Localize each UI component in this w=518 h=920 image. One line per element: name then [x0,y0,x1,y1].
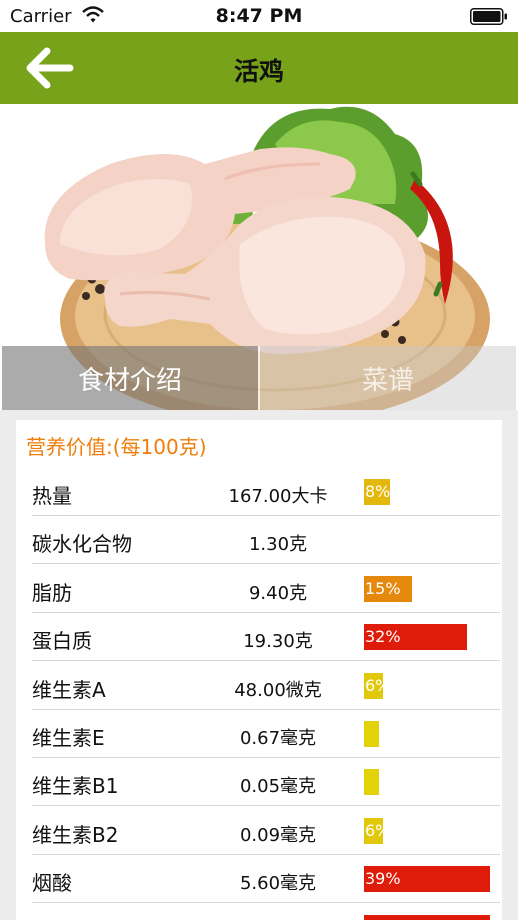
daily-value-bar: 15% [364,575,412,602]
nutrition-row: 维生素E 0.67毫克 [32,710,500,758]
daily-value-bar: 8% [364,479,390,505]
nutrient-amount: 0.67毫克 [239,728,317,749]
nutrient-name: 维生素A [32,677,106,702]
nutrition-row: 热量 167.00大卡 8% [32,468,500,516]
status-bar: Carrier 8:47 PM [0,0,518,32]
nutrition-heading: 营养价值:(每100克) [26,435,207,459]
nutrition-row: 维生素A 48.00微克 6% [32,662,500,710]
nutrient-amount: 0.09毫克 [239,824,317,846]
status-time: 8:47 PM [215,5,303,27]
tab-ingredient-intro[interactable]: 食材介绍 [2,346,258,410]
nutrition-row: 脂肪 9.40克 15% [32,565,500,613]
nutrient-amount: 19.30克 [243,631,313,653]
tab-recipes[interactable]: 菜谱 [260,346,516,410]
nutrient-amount: 5.60毫克 [239,873,317,895]
nutrition-row [32,904,500,920]
nutrition-row: 维生素B2 0.09毫克 6% [32,807,500,855]
daily-value-bar: 32% [364,624,467,651]
nutrient-amount: 0.05毫克 [239,776,317,798]
segment-tabs: 食材介绍 菜谱 [2,346,516,410]
nutrient-name: 碳水化合物 [32,532,132,557]
nutrient-name: 蛋白质 [32,629,92,654]
nutrient-amount: 167.00大卡 [228,486,328,507]
daily-value-bar: 39% [364,866,490,893]
nutrition-row: 碳水化合物 1.30克 [32,516,500,565]
nutrition-card: 营养价值:(每100克) 热量 167.00大卡 8% 碳水化合物 1.30克脂肪 9.4… [16,420,502,920]
nutrient-name: 维生素B2 [32,822,119,847]
daily-value-bar [364,914,490,920]
nutrient-name: 热量 [32,484,72,508]
daily-value-bar [364,769,379,796]
nutrient-name: 维生素B1 [32,774,119,799]
daily-value-bar: 6% [364,817,383,844]
nutrient-name: 维生素E [32,726,105,750]
nutrient-name: 脂肪 [32,580,72,605]
daily-value-bar: 6% [364,672,383,699]
nutrition-row: 烟酸 5.60毫克 39% [32,855,500,904]
nav-bar: 活鸡 [0,32,518,104]
battery-icon [470,8,507,25]
nutrition-row: 蛋白质 19.30克 32% [32,613,500,662]
nutrient-amount: 48.00微克 [234,679,322,701]
nutrient-name: 烟酸 [32,871,72,896]
nutrition-row: 维生素B1 0.05毫克 [32,758,500,807]
nutrient-amount: 1.30克 [248,534,308,556]
nutrient-amount: 9.40克 [248,582,308,604]
page-title: 活鸡 [233,57,284,86]
daily-value-bar [364,721,379,747]
